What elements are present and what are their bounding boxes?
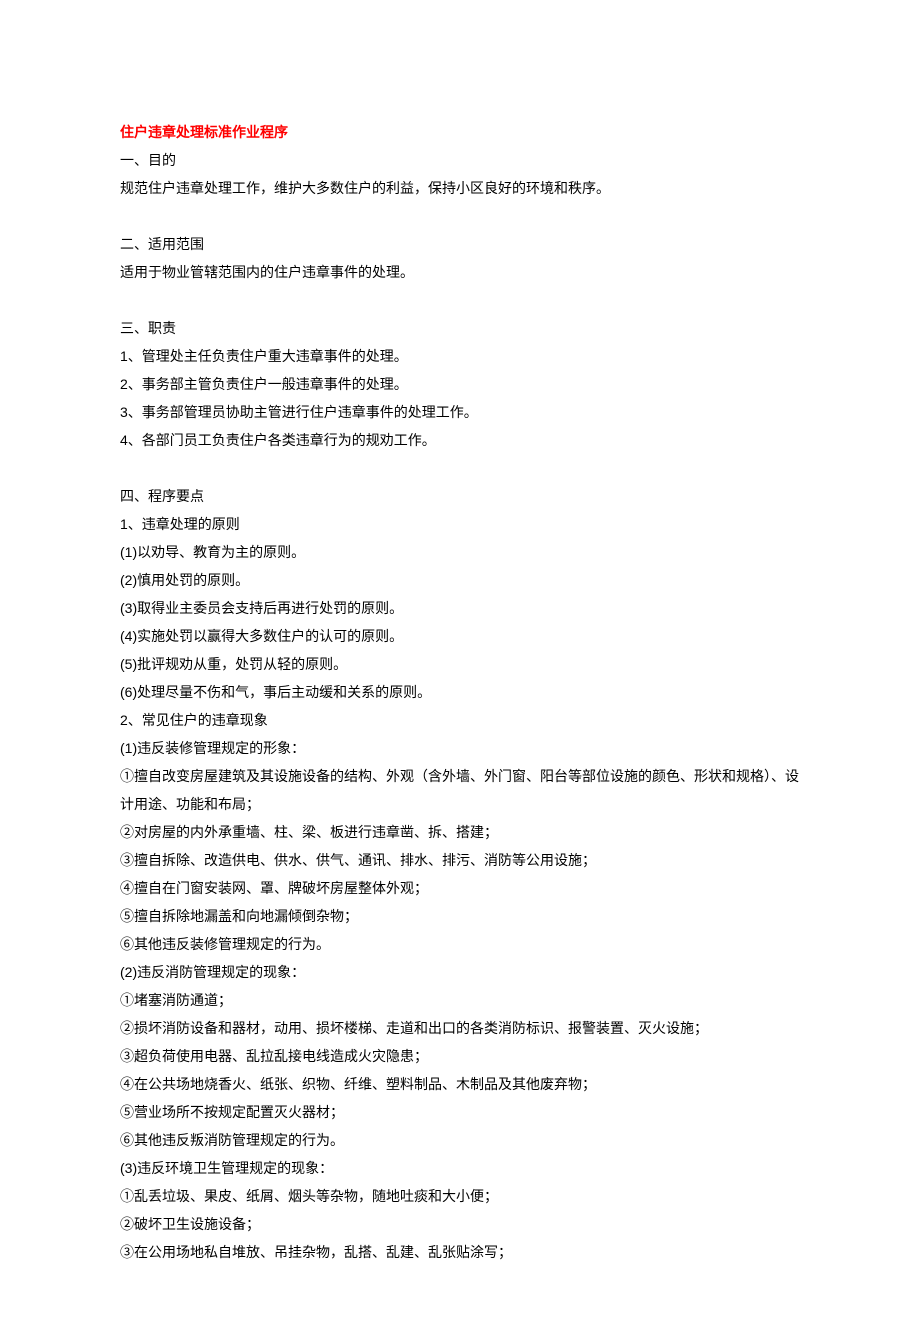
list-item: ④在公共场地烧香火、纸张、织物、纤维、塑料制品、木制品及其他废弃物； [120, 1070, 800, 1098]
list-item: (4)实施处罚以赢得大多数住户的认可的原则。 [120, 622, 800, 650]
spacer [120, 454, 800, 482]
document-page: 住户违章处理标准作业程序 一、目的 规范住户违章处理工作，维护大多数住户的利益，… [0, 0, 920, 1326]
section-heading: 四、程序要点 [120, 482, 800, 510]
list-item: ④擅自在门窗安装网、罩、牌破坏房屋整体外观； [120, 874, 800, 902]
sub-subsection-heading: (2)违反消防管理规定的现象： [120, 958, 800, 986]
list-item: ③擅自拆除、改造供电、供水、供气、通讯、排水、排污、消防等公用设施； [120, 846, 800, 874]
list-item: (2)慎用处罚的原则。 [120, 566, 800, 594]
list-item: ②破坏卫生设施设备； [120, 1210, 800, 1238]
list-item: ①堵塞消防通道； [120, 986, 800, 1014]
body-text: 适用于物业管辖范围内的住户违章事件的处理。 [120, 258, 800, 286]
sub-subsection-heading: (3)违反环境卫生管理规定的现象： [120, 1154, 800, 1182]
body-text: 规范住户违章处理工作，维护大多数住户的利益，保持小区良好的环境和秩序。 [120, 174, 800, 202]
list-item: (1)以劝导、教育为主的原则。 [120, 538, 800, 566]
list-item: 1、管理处主任负责住户重大违章事件的处理。 [120, 342, 800, 370]
section-heading: 二、适用范围 [120, 230, 800, 258]
list-item: ①乱丢垃圾、果皮、纸屑、烟头等杂物，随地吐痰和大小便； [120, 1182, 800, 1210]
document-title: 住户违章处理标准作业程序 [120, 118, 800, 146]
list-item: 2、事务部主管负责住户一般违章事件的处理。 [120, 370, 800, 398]
list-item: ③超负荷使用电器、乱拉乱接电线造成火灾隐患； [120, 1042, 800, 1070]
list-item: ⑥其他违反叛消防管理规定的行为。 [120, 1126, 800, 1154]
section-heading: 一、目的 [120, 146, 800, 174]
list-item: ⑥其他违反装修管理规定的行为。 [120, 930, 800, 958]
list-item: ②损坏消防设备和器材，动用、损坏楼梯、走道和出口的各类消防标识、报警装置、灭火设… [120, 1014, 800, 1042]
sub-subsection-heading: (1)违反装修管理规定的形象： [120, 734, 800, 762]
list-item: ⑤擅自拆除地漏盖和向地漏倾倒杂物； [120, 902, 800, 930]
list-item: ②对房屋的内外承重墙、柱、梁、板进行违章凿、拆、搭建； [120, 818, 800, 846]
subsection-heading: 1、违章处理的原则 [120, 510, 800, 538]
section-heading: 三、职责 [120, 314, 800, 342]
list-item: (3)取得业主委员会支持后再进行处罚的原则。 [120, 594, 800, 622]
list-item: (6)处理尽量不伤和气，事后主动缓和关系的原则。 [120, 678, 800, 706]
list-item: ⑤营业场所不按规定配置灭火器材； [120, 1098, 800, 1126]
spacer [120, 286, 800, 314]
list-item: 3、事务部管理员协助主管进行住户违章事件的处理工作。 [120, 398, 800, 426]
list-item: 4、各部门员工负责住户各类违章行为的规劝工作。 [120, 426, 800, 454]
list-item: ①擅自改变房屋建筑及其设施设备的结构、外观（含外墙、外门窗、阳台等部位设施的颜色… [120, 762, 800, 818]
subsection-heading: 2、常见住户的违章现象 [120, 706, 800, 734]
spacer [120, 202, 800, 230]
list-item: (5)批评规劝从重，处罚从轻的原则。 [120, 650, 800, 678]
list-item: ③在公用场地私自堆放、吊挂杂物，乱搭、乱建、乱张贴涂写； [120, 1238, 800, 1266]
